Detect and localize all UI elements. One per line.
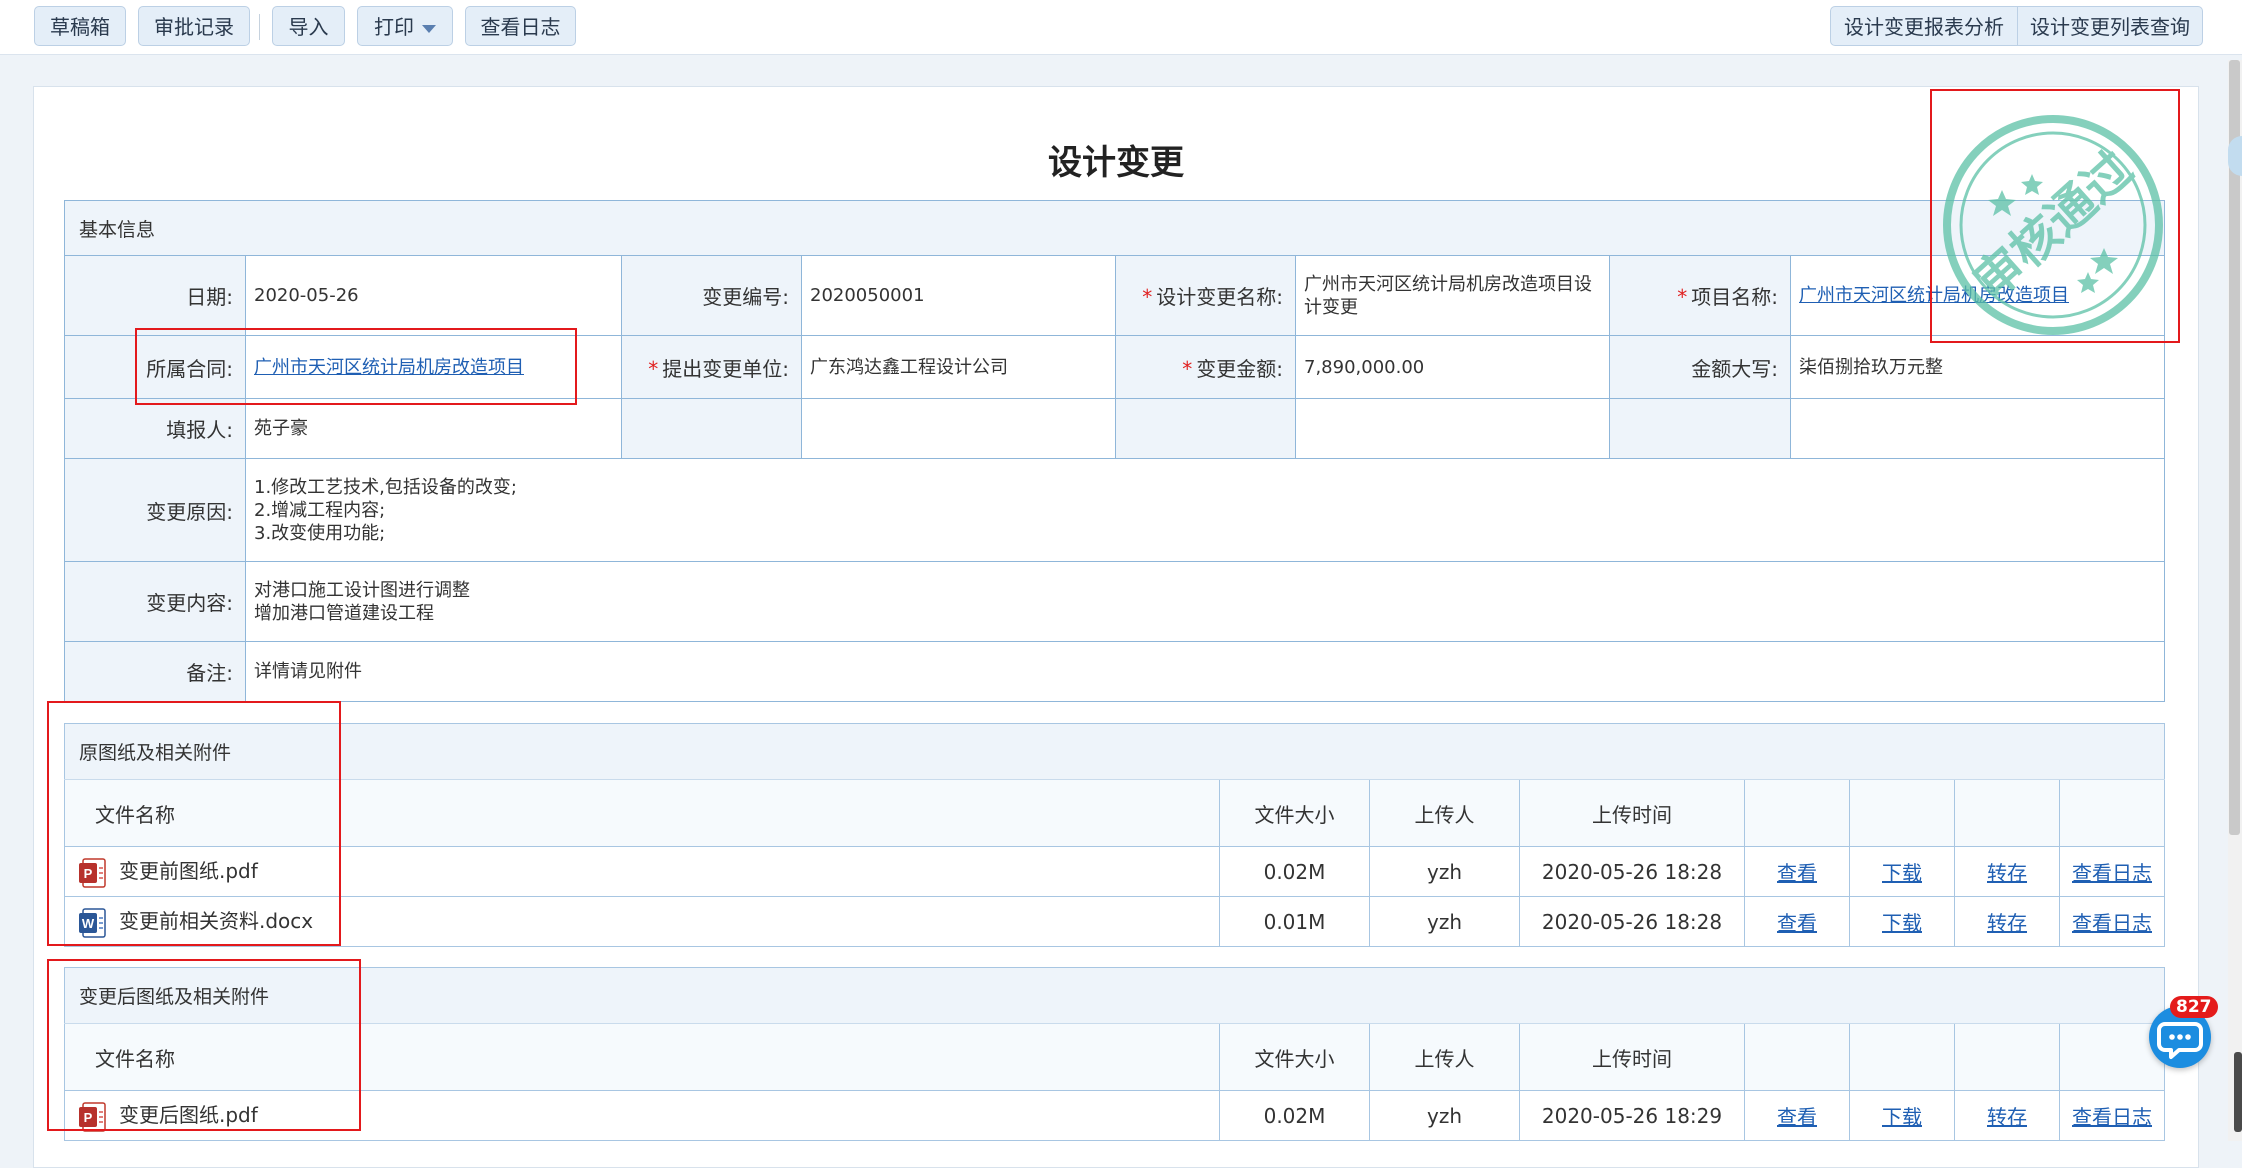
remark-label: 备注: (64, 641, 246, 702)
file-uploader: yzh (1369, 896, 1520, 947)
view-link[interactable]: 查看 (1744, 846, 1850, 897)
unit-label: 提出变更单位: (662, 356, 789, 381)
change-no-label: 变更编号: (621, 255, 802, 336)
date-label: 日期: (64, 255, 246, 336)
date-value: 2020-05-26 (245, 255, 622, 336)
view-log-link[interactable]: 查看日志 (2058, 1090, 2166, 1141)
filler-label: 填报人: (64, 398, 246, 459)
amount-label-cell: * 变更金额: (1115, 335, 1296, 399)
side-handle[interactable] (2234, 1052, 2242, 1132)
project-label: 项目名称: (1691, 285, 1778, 309)
view-log-link[interactable]: 查看日志 (2058, 896, 2166, 947)
column-header-uploader: 上传人 (1369, 1023, 1520, 1091)
change-name-value: 广州市天河区统计局机房改造项目设计变更 (1295, 255, 1610, 336)
file-time: 2020-05-26 18:28 (1519, 896, 1745, 947)
column-header-time: 上传时间 (1519, 779, 1745, 847)
basic-info-table: 基本信息 日期: 2020-05-26 变更编号: 2020050001 * 设计… (63, 200, 2166, 702)
empty-cell (801, 398, 1116, 459)
change-name-label: 设计变更名称: (1156, 285, 1283, 309)
empty-cell (621, 398, 802, 459)
toolbar: 草稿箱 审批记录 导入 打印 查看日志 设计变更报表分析 设计变更列表查询 (0, 0, 2242, 55)
column-header-size: 文件大小 (1219, 779, 1370, 847)
amount-value: 7,890,000.00 (1295, 335, 1610, 399)
attachments-after-table: 变更后图纸及相关附件 文件名称 文件大小 上传人 上传时间 P 变更后图纸.pd… (63, 967, 2166, 1141)
annotation-box-contract (135, 328, 577, 405)
view-log-button[interactable]: 查看日志 (465, 6, 576, 46)
column-header-empty (1744, 779, 1850, 847)
file-size: 0.01M (1219, 896, 1370, 947)
view-link[interactable]: 查看 (1744, 1090, 1850, 1141)
required-mark: * (648, 356, 659, 381)
content-label: 变更内容: (64, 561, 246, 642)
annotation-box-stamp (1930, 89, 2180, 343)
drafts-button[interactable]: 草稿箱 (34, 6, 126, 46)
download-link[interactable]: 下载 (1849, 896, 1955, 947)
change-no-value: 2020050001 (801, 255, 1116, 336)
amount-words-label: 金额大写: (1609, 335, 1791, 399)
unit-value: 广东鸿达鑫工程设计公司 (801, 335, 1116, 399)
reason-label: 变更原因: (64, 458, 246, 562)
attachments-before-table: 原图纸及相关附件 文件名称 文件大小 上传人 上传时间 P 变更前图纸.pdf … (63, 723, 2166, 947)
report-analysis-button[interactable]: 设计变更报表分析 (1830, 6, 2018, 46)
project-label-cell: * 项目名称: (1609, 255, 1791, 336)
empty-cell (1295, 398, 1610, 459)
column-header-empty (1954, 1023, 2060, 1091)
chevron-down-icon (422, 24, 436, 33)
column-header-uploader: 上传人 (1369, 779, 1520, 847)
file-uploader: yzh (1369, 846, 1520, 897)
file-size: 0.02M (1219, 846, 1370, 897)
annotation-box-before-attachments (47, 701, 341, 946)
unit-label-cell: * 提出变更单位: (621, 335, 802, 399)
basic-info-header: 基本信息 (63, 200, 2166, 256)
approval-records-button[interactable]: 审批记录 (138, 6, 250, 46)
side-toggle-icon[interactable] (2228, 136, 2242, 176)
required-mark: * (1142, 285, 1153, 309)
filler-value: 苑子豪 (245, 398, 622, 459)
table-row: P 变更前图纸.pdf 0.02M yzh 2020-05-26 18:28 查… (64, 846, 2166, 897)
save-link[interactable]: 转存 (1954, 896, 2060, 947)
attachments-before-header: 原图纸及相关附件 (63, 723, 2166, 780)
chat-badge: 827 (2170, 996, 2218, 1018)
save-link[interactable]: 转存 (1954, 846, 2060, 897)
column-header-time: 上传时间 (1519, 1023, 1745, 1091)
column-header-empty (1849, 1023, 1955, 1091)
toolbar-divider (259, 14, 260, 40)
required-mark: * (1677, 285, 1688, 309)
attachments-after-header: 变更后图纸及相关附件 (63, 967, 2166, 1024)
empty-cell (1609, 398, 1791, 459)
file-time: 2020-05-26 18:29 (1519, 1090, 1745, 1141)
reason-value: 1.修改工艺技术,包括设备的改变; 2.增减工程内容; 3.改变使用功能; (244, 458, 2166, 562)
list-query-button[interactable]: 设计变更列表查询 (2017, 6, 2203, 46)
amount-label: 变更金额: (1196, 356, 1283, 381)
empty-cell (1115, 398, 1296, 459)
file-uploader: yzh (1369, 1090, 1520, 1141)
file-time: 2020-05-26 18:28 (1519, 846, 1745, 897)
amount-words-value: 柒佰捌拾玖万元整 (1789, 335, 2166, 399)
table-row: W 变更前相关资料.docx 0.01M yzh 2020-05-26 18:2… (64, 896, 2166, 947)
import-button[interactable]: 导入 (272, 6, 345, 46)
scrollbar-thumb[interactable] (2229, 60, 2240, 835)
change-name-label-cell: * 设计变更名称: (1115, 255, 1296, 336)
remark-value: 详情请见附件 (244, 641, 2166, 702)
table-row: P 变更后图纸.pdf 0.02M yzh 2020-05-26 18:29 查… (64, 1090, 2166, 1141)
column-header-empty (2058, 779, 2166, 847)
print-button[interactable]: 打印 (357, 6, 453, 46)
column-header-empty (1954, 779, 2060, 847)
annotation-box-after-attachments (47, 959, 361, 1131)
required-mark: * (1182, 356, 1193, 381)
empty-cell (1789, 398, 2166, 459)
view-link[interactable]: 查看 (1744, 896, 1850, 947)
view-log-link[interactable]: 查看日志 (2058, 846, 2166, 897)
save-link[interactable]: 转存 (1954, 1090, 2060, 1141)
print-label: 打印 (374, 15, 414, 39)
column-header-empty (1849, 779, 1955, 847)
file-size: 0.02M (1219, 1090, 1370, 1141)
column-header-size: 文件大小 (1219, 1023, 1370, 1091)
download-link[interactable]: 下载 (1849, 846, 1955, 897)
download-link[interactable]: 下载 (1849, 1090, 1955, 1141)
column-header-empty (1744, 1023, 1850, 1091)
page-title: 设计变更 (1048, 143, 1184, 183)
content-value: 对港口施工设计图进行调整 增加港口管道建设工程 (244, 561, 2166, 642)
